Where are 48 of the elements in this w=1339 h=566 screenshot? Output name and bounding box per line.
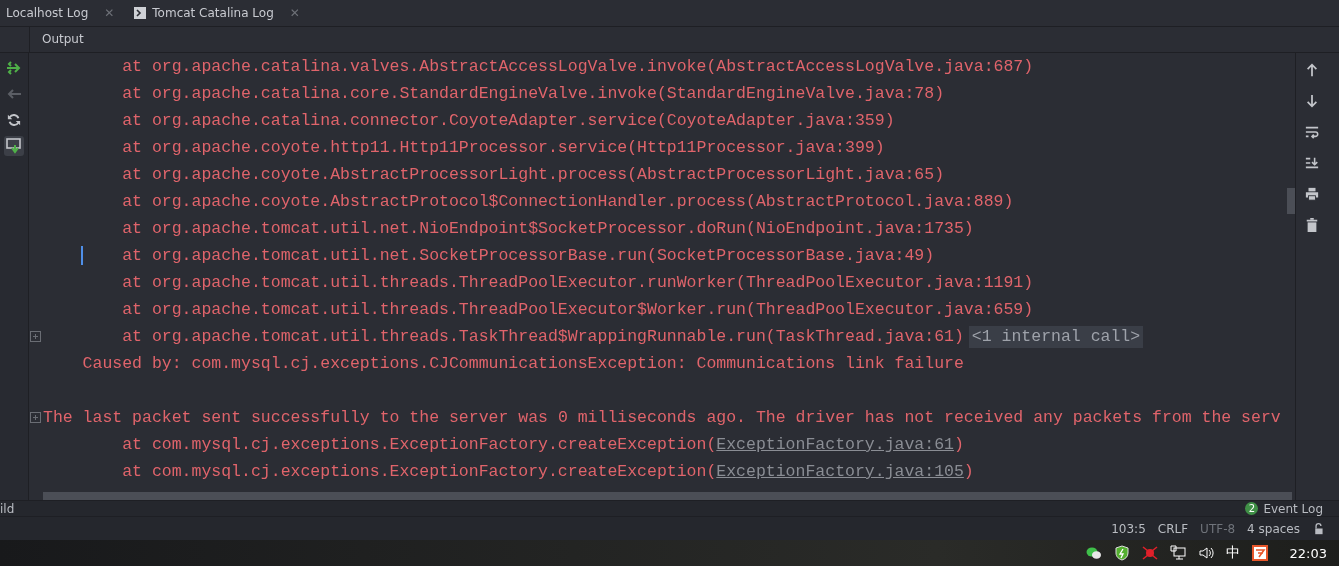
log-line: at org.apache.coyote.AbstractProcessorLight.process(AbstractProcessorLight.java:65): [121, 165, 945, 184]
status-item[interactable]: 4 spaces: [1247, 521, 1300, 536]
lock-icon: [1312, 522, 1325, 535]
scrollbar-thumb[interactable]: [43, 492, 1292, 500]
folded-calls-hint[interactable]: <1 internal call>: [968, 325, 1144, 348]
log-line: at org.apache.tomcat.util.threads.ThreadPoolExecutor$Worker.run(ThreadPoolExecutor.java:659): [121, 300, 1034, 319]
log-line: at org.apache.catalina.valves.AbstractAccessLogValve.invoke(AbstractAccessLogValve.java:687): [121, 57, 1034, 76]
log-line: at org.apache.tomcat.util.threads.TaskThread$WrappingRunnable.run(TaskThread.java:61): [121, 327, 964, 346]
scroll-to-end-icon[interactable]: [1304, 156, 1319, 170]
status-item[interactable]: 103:5: [1111, 521, 1146, 536]
panel-title: Output: [41, 31, 84, 48]
expand-icon[interactable]: [30, 412, 41, 423]
input-method-indicator[interactable]: 中: [1225, 544, 1240, 562]
expand-icon[interactable]: [30, 331, 41, 342]
log-line: at com.mysql.cj.exceptions.ExceptionFactory.createException(ExceptionFactory.java:105): [121, 462, 974, 481]
log-line: at com.mysql.cj.exceptions.ExceptionFactory.createException(ExceptionFactory.java:61): [121, 435, 964, 454]
network-icon: [1169, 545, 1186, 561]
log-line: at org.apache.tomcat.util.net.SocketProcessorBase.run(SocketProcessorBase.java:49): [121, 246, 935, 265]
soft-wrap-icon[interactable]: [1304, 125, 1319, 139]
status-item[interactable]: CRLF: [1157, 521, 1189, 536]
log-line: at org.apache.coyote.AbstractProtocol$ConnectionHandler.process(AbstractProtocol.java:889): [121, 192, 1014, 211]
refresh-icon[interactable]: [7, 113, 21, 127]
volume-icon: [1197, 545, 1214, 561]
burst-icon: [1141, 545, 1158, 561]
console-icon: [134, 7, 147, 19]
tab[interactable]: Tomcat Catalina Log ✕: [124, 0, 310, 26]
source-link[interactable]: ExceptionFactory.java:61: [716, 435, 954, 454]
up-arrow-icon[interactable]: [1304, 63, 1319, 77]
forward-arrows-icon[interactable]: [6, 60, 22, 76]
log-line: at org.apache.catalina.core.StandardEngineValve.invoke(StandardEngineValve.java:78): [121, 84, 945, 103]
log-line: at org.apache.tomcat.util.threads.ThreadPoolExecutor.runWorker(ThreadPoolExecutor.java:1191): [121, 273, 1034, 292]
log-line: at org.apache.catalina.connector.CoyoteAdapter.service(CoyoteAdapter.java:359): [121, 111, 895, 130]
print-icon[interactable]: [1304, 187, 1319, 201]
log-line: The last packet sent successfully to the server was 0 milliseconds ago. The driver has not received any packets from the serv: [43, 408, 1281, 427]
clock[interactable]: 22:03: [1289, 545, 1327, 561]
tab[interactable]: Localhost Log ✕: [0, 0, 125, 26]
log-line: Caused by: com.mysql.cj.exceptions.CJCommunicationsException: Communications link failure: [81, 354, 964, 373]
trash-icon[interactable]: [1304, 218, 1319, 232]
tool-window-tab[interactable]: ild: [0, 501, 15, 516]
source-link[interactable]: ExceptionFactory.java:105: [716, 462, 964, 481]
down-arrow-icon[interactable]: [1304, 94, 1319, 108]
event-log-button[interactable]: 2 Event Log: [1245, 501, 1323, 516]
log-line: at org.apache.coyote.http11.Http11Processor.service(Http11Processor.java:399): [121, 138, 885, 157]
scrollbar-thumb[interactable]: [1287, 188, 1295, 214]
log-line: at org.apache.tomcat.util.net.NioEndpoint$SocketProcessor.doRun(NioEndpoint.java:1735): [121, 219, 974, 238]
shield-icon: [1113, 545, 1130, 561]
chat-bubbles-icon: [1085, 545, 1102, 561]
app-icon: [1251, 545, 1268, 561]
